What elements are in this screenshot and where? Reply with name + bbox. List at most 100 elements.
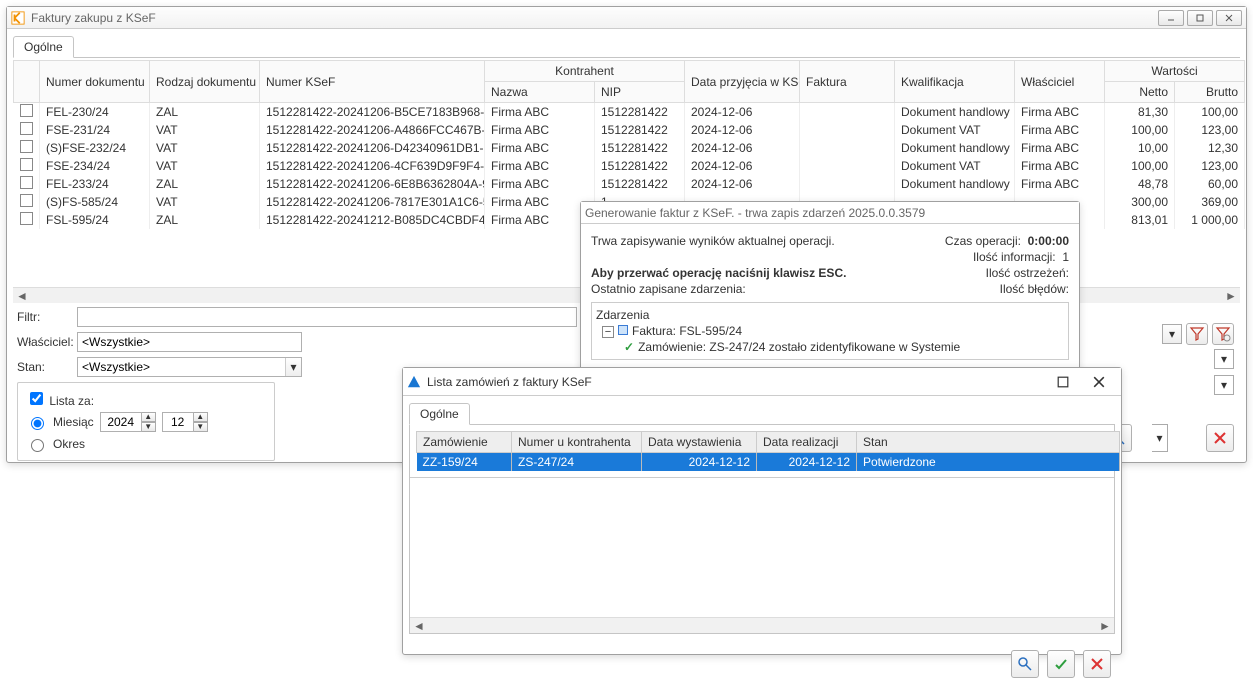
orders-tab-general[interactable]: Ogólne [409, 403, 470, 425]
cell-owner: Firma ABC [1015, 121, 1105, 139]
orders-titlebar: Lista zamówień z faktury KSeF [403, 368, 1121, 396]
radio-period[interactable] [31, 439, 44, 452]
col-qualification[interactable]: Kwalifikacja [895, 61, 1015, 103]
row-checkbox[interactable] [20, 212, 33, 225]
orders-cell-realize: 2024-12-12 [757, 453, 857, 472]
row-checkbox[interactable] [20, 158, 33, 171]
stan-dropdown-right[interactable]: ▾ [1214, 375, 1234, 395]
tree-collapse-icon[interactable]: − [602, 326, 614, 338]
cell-ksef: 1512281422-20241206-B5CE7183B968-9C [260, 103, 485, 122]
row-checkbox[interactable] [20, 194, 33, 207]
orders-col-issue-date[interactable]: Data wystawienia [642, 432, 757, 453]
stan-combo[interactable] [77, 357, 302, 377]
month-down[interactable]: ▼ [194, 422, 208, 432]
orders-cell-state: Potwierdzone [857, 453, 1120, 472]
chevron-down-icon[interactable]: ▾ [285, 358, 301, 376]
col-ksef-no[interactable]: Numer KSeF [260, 61, 485, 103]
orders-cancel-button[interactable] [1083, 650, 1111, 678]
orders-close-button[interactable] [1081, 370, 1117, 394]
cell-gross: 60,00 [1175, 175, 1245, 193]
owner-combo[interactable] [77, 332, 302, 352]
cell-owner: Firma ABC [1015, 139, 1105, 157]
warn-label: Ilość ostrzeżeń: [986, 266, 1069, 280]
err-label: Ilość błędów: [1000, 282, 1069, 296]
filter-apply-button[interactable] [1186, 323, 1208, 345]
cell-qual: Dokument handlowy [895, 175, 1015, 193]
check-icon: ✓ [624, 340, 634, 354]
year-down[interactable]: ▼ [142, 422, 156, 432]
orders-confirm-button[interactable] [1047, 650, 1075, 678]
month-up[interactable]: ▲ [194, 412, 208, 422]
info-count-value: 1 [1062, 250, 1069, 264]
tree-node-order: Zamówienie: ZS-247/24 zostało zidentyfik… [638, 340, 960, 354]
col-brutto[interactable]: Brutto [1175, 82, 1245, 103]
tab-general[interactable]: Ogólne [13, 36, 74, 58]
row-checkbox[interactable] [20, 176, 33, 189]
cell-ksef: 1512281422-20241206-6E8B6362804A-98 [260, 175, 485, 193]
year-up[interactable]: ▲ [142, 412, 156, 422]
col-invoice[interactable]: Faktura [800, 61, 895, 103]
orders-col-contractor-no[interactable]: Numer u kontrahenta [512, 432, 642, 453]
delete-button[interactable] [1206, 424, 1234, 452]
col-doc-no[interactable]: Numer dokumentu [40, 61, 150, 103]
search-dropdown[interactable]: ▾ [1152, 424, 1168, 452]
orders-row-selected[interactable]: ZZ-159/24 ZS-247/24 2024-12-12 2024-12-1… [417, 453, 1120, 472]
cell-type: ZAL [150, 103, 260, 122]
close-button[interactable] [1216, 10, 1242, 26]
filter-input[interactable] [77, 307, 577, 327]
scroll-right-icon[interactable]: ► [1224, 289, 1238, 303]
col-doc-type[interactable]: Rodzaj dokumentu [150, 61, 260, 103]
orders-hscroll[interactable]: ◄ ► [410, 617, 1114, 633]
cell-name: Firma ABC [485, 139, 595, 157]
cell-ksef: 1512281422-20241212-B085DC4CBDF4-DD [260, 211, 485, 229]
table-row[interactable]: FSE-234/24VAT1512281422-20241206-4CF639D… [14, 157, 1245, 175]
col-contractor-name[interactable]: Nazwa [485, 82, 595, 103]
row-checkbox[interactable] [20, 140, 33, 153]
table-row[interactable]: FEL-230/24ZAL1512281422-20241206-B5CE718… [14, 103, 1245, 122]
cell-doc: (S)FSE-232/24 [40, 139, 150, 157]
orders-search-button[interactable] [1011, 650, 1039, 678]
info-count-label: Ilość informacji: [973, 250, 1056, 264]
period-label: Okres [53, 437, 85, 451]
orders-maximize-button[interactable] [1045, 370, 1081, 394]
row-checkbox[interactable] [20, 122, 33, 135]
colgroup-values[interactable]: Wartości [1105, 61, 1245, 82]
orders-grid[interactable]: Zamówienie Numer u kontrahenta Data wyst… [416, 431, 1120, 471]
col-ksef-date[interactable]: Data przyjęcia w KSeF [685, 61, 800, 103]
list-for-checkbox[interactable] [30, 392, 43, 405]
events-tree[interactable]: Zdarzenia −Faktura: FSL-595/24 ✓Zamówien… [591, 302, 1069, 360]
cell-net: 100,00 [1105, 121, 1175, 139]
optime-value: 0:00:00 [1028, 234, 1069, 248]
filter-history-dropdown[interactable]: ▾ [1162, 324, 1182, 344]
month-input[interactable] [162, 412, 194, 432]
col-check[interactable] [14, 61, 40, 103]
orders-col-order[interactable]: Zamówienie [417, 432, 512, 453]
year-input[interactable] [100, 412, 142, 432]
orders-app-icon [407, 375, 421, 389]
owner-dropdown[interactable]: ▾ [1214, 349, 1234, 369]
col-owner[interactable]: Właściciel [1015, 61, 1105, 103]
orders-scroll-left-icon[interactable]: ◄ [412, 619, 426, 633]
minimize-button[interactable] [1158, 10, 1184, 26]
table-row[interactable]: FSE-231/24VAT1512281422-20241206-A4866FC… [14, 121, 1245, 139]
radio-month[interactable] [31, 417, 44, 430]
cell-doc: FEL-230/24 [40, 103, 150, 122]
events-header: Zdarzenia [596, 307, 1064, 323]
table-row[interactable]: (S)FSE-232/24VAT1512281422-20241206-D423… [14, 139, 1245, 157]
table-row[interactable]: FEL-233/24ZAL1512281422-20241206-6E8B636… [14, 175, 1245, 193]
scroll-left-icon[interactable]: ◄ [15, 289, 29, 303]
cell-date: 2024-12-06 [685, 175, 800, 193]
col-contractor-nip[interactable]: NIP [595, 82, 685, 103]
filter-builder-button[interactable] [1212, 323, 1234, 345]
row-checkbox[interactable] [20, 104, 33, 117]
maximize-button[interactable] [1187, 10, 1213, 26]
orders-scroll-right-icon[interactable]: ► [1098, 619, 1112, 633]
cell-net: 300,00 [1105, 193, 1175, 211]
cell-doc: FSE-231/24 [40, 121, 150, 139]
cell-date: 2024-12-06 [685, 121, 800, 139]
orders-col-state[interactable]: Stan [857, 432, 1120, 453]
col-netto[interactable]: Netto [1105, 82, 1175, 103]
orders-col-realize-date[interactable]: Data realizacji [757, 432, 857, 453]
colgroup-contractor[interactable]: Kontrahent [485, 61, 685, 82]
cell-gross: 12,30 [1175, 139, 1245, 157]
